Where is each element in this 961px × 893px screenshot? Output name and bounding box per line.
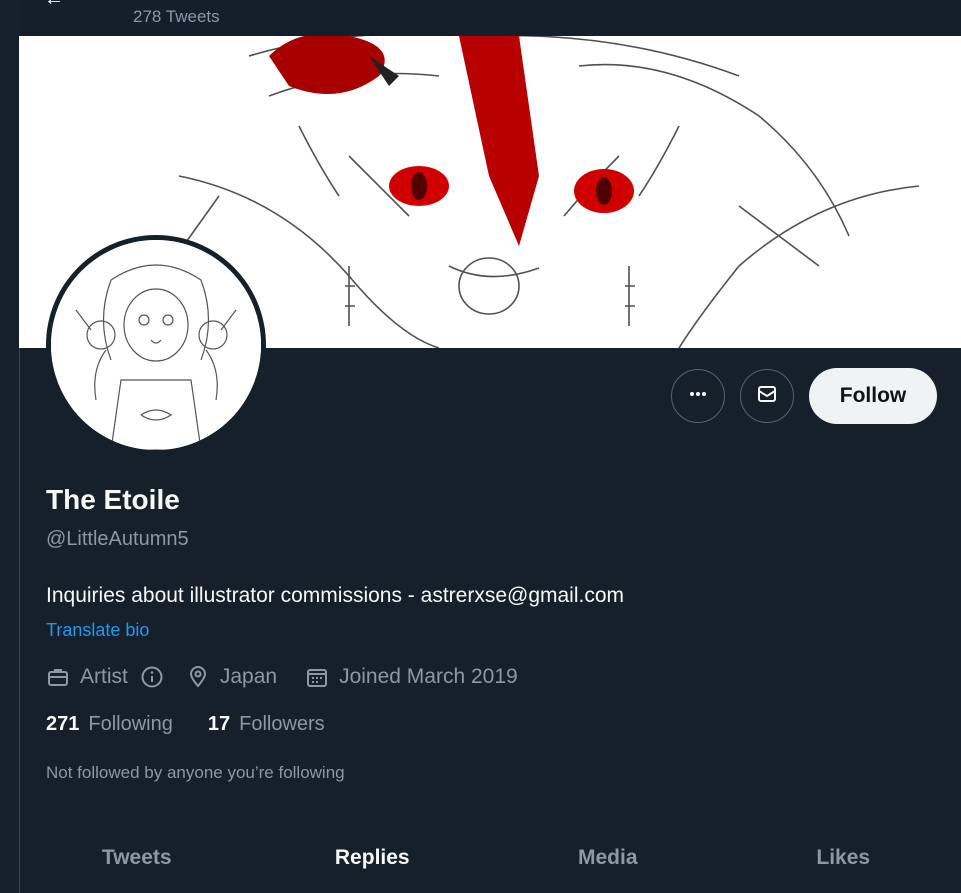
follow-button[interactable]: Follow <box>809 368 937 424</box>
info-icon[interactable] <box>140 665 164 689</box>
profile-meta: Artist Japan Joined March 2019 <box>46 663 518 691</box>
profile-tabs: Tweets Replies Media Likes <box>19 822 961 893</box>
follow-stats: 271 Following 17 Followers <box>46 713 360 736</box>
mutual-followers-text: Not followed by anyone you’re following <box>46 763 345 782</box>
followers-count: 17 <box>207 713 231 735</box>
tab-media[interactable]: Media <box>490 822 726 893</box>
avatar-border <box>46 235 266 455</box>
user-handle: @LittleAutumn5 <box>46 528 189 550</box>
location-pin-icon <box>186 665 210 689</box>
following-link[interactable]: 271 Following <box>46 713 173 736</box>
envelope-icon <box>755 382 779 411</box>
followers-link[interactable]: 17 Followers <box>208 713 325 736</box>
more-icon <box>688 384 708 409</box>
joined-item: Joined March 2019 <box>305 665 518 689</box>
tab-tweets[interactable]: Tweets <box>19 822 255 893</box>
category-item: Artist <box>46 665 186 689</box>
tab-replies[interactable]: Replies <box>255 822 491 893</box>
following-count: 271 <box>46 713 80 735</box>
more-options-button[interactable] <box>671 369 725 423</box>
back-arrow-icon[interactable]: ← <box>44 0 64 11</box>
avatar[interactable] <box>51 240 261 450</box>
translate-bio-link[interactable]: Translate bio <box>46 620 149 641</box>
location-item: Japan <box>186 665 277 689</box>
location-label: Japan <box>219 665 278 688</box>
calendar-icon <box>305 665 329 689</box>
tweet-count: 278 Tweets <box>133 7 220 26</box>
joined-label: Joined March 2019 <box>339 665 518 688</box>
display-name: The Etoile <box>46 484 180 515</box>
message-button[interactable] <box>740 369 794 423</box>
following-label: Following <box>88 713 173 735</box>
profile-bio: Inquiries about illustrator commissions … <box>46 584 625 607</box>
category-label: Artist <box>80 665 128 688</box>
followers-label: Followers <box>239 713 325 735</box>
tab-likes[interactable]: Likes <box>726 822 961 893</box>
left-sidebar-edge <box>0 0 20 893</box>
briefcase-icon <box>46 665 70 689</box>
